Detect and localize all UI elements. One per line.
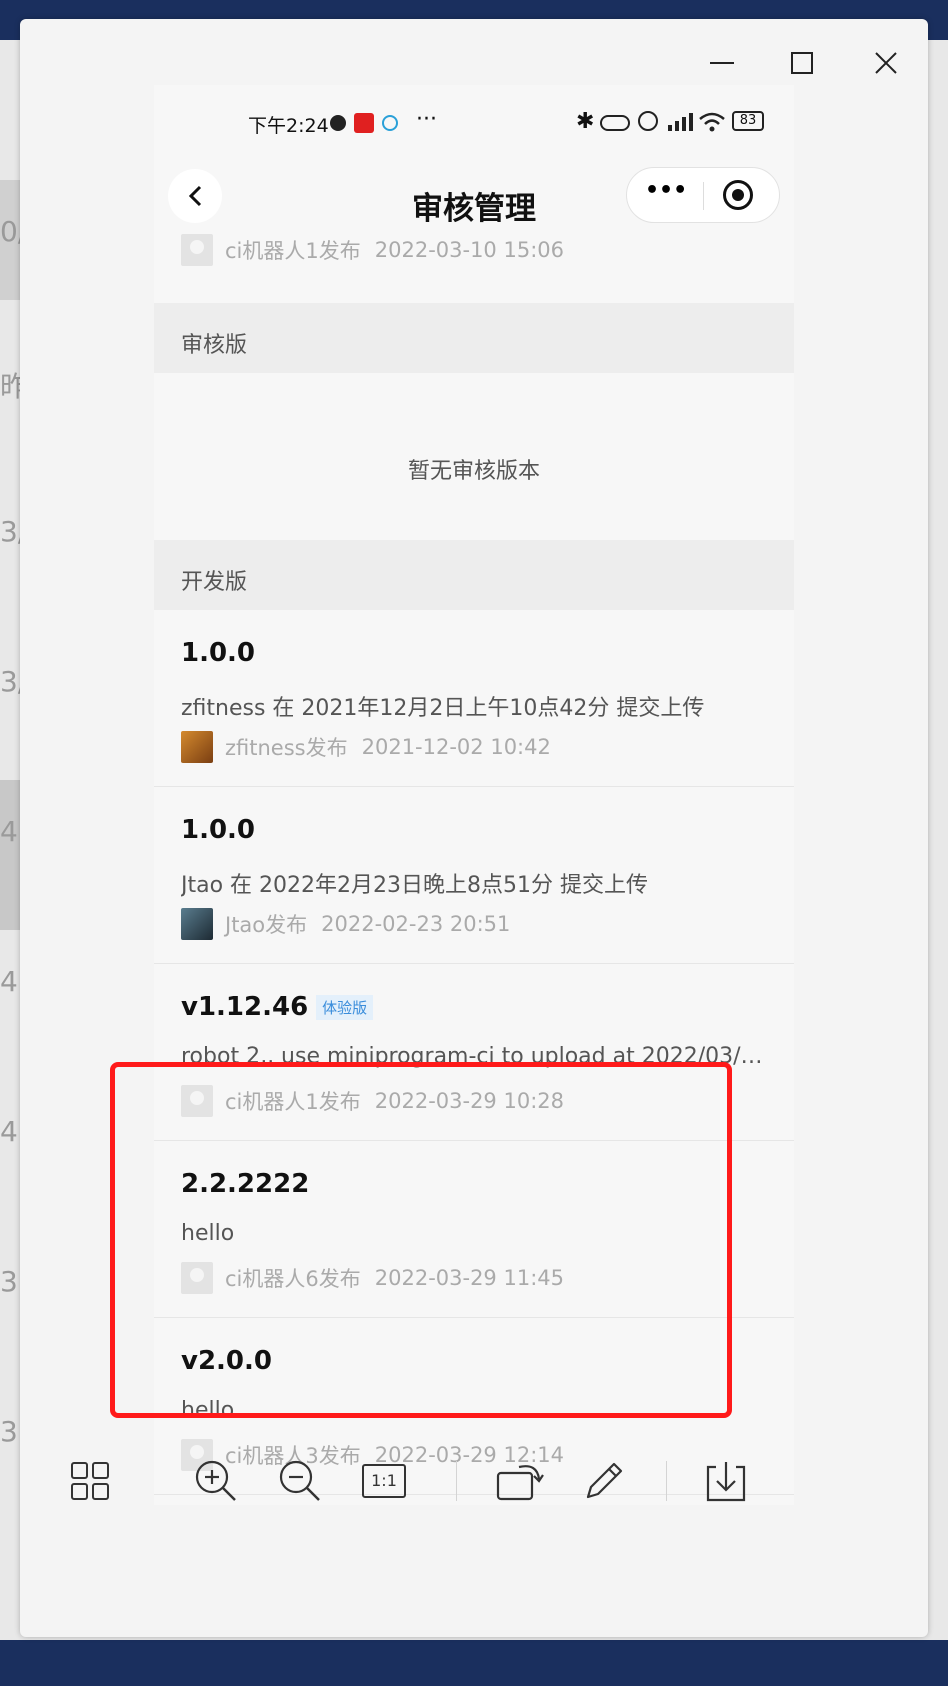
close-mini-program-icon[interactable] — [723, 180, 753, 210]
thumbnail-grid-button[interactable] — [62, 1453, 118, 1509]
app-notification-icon — [354, 113, 374, 133]
review-empty-state: 暂无审核版本 — [154, 373, 794, 555]
version-number: 1.0.0 — [181, 815, 256, 845]
notification-dot-icon — [330, 115, 346, 131]
nav-bar: 审核管理 ••• — [154, 145, 794, 235]
close-button[interactable] — [862, 39, 910, 87]
wifi-icon — [698, 111, 726, 138]
rotate-icon — [496, 1465, 544, 1501]
bg-text: 4 — [0, 815, 18, 848]
edit-icon — [586, 1462, 623, 1499]
actual-size-icon: 1:1 — [362, 1464, 406, 1498]
empty-text: 暂无审核版本 — [407, 459, 540, 484]
actual-size-button[interactable]: 1:1 — [356, 1453, 412, 1509]
zoom-in-button[interactable] — [188, 1453, 244, 1509]
dev-section-header: 开发版 — [154, 540, 794, 610]
bg-text: 3 — [0, 1415, 18, 1448]
version-desc: Jtao 在 2022年2月23日晚上8点51分 提交上传 — [181, 873, 649, 898]
publisher: ci机器人1发布 — [225, 239, 361, 263]
signal-icon — [666, 111, 694, 138]
target-dot — [732, 189, 744, 201]
version-text: v1.12.46 — [181, 992, 309, 1022]
trial-version-badge: 体验版 — [316, 995, 374, 1020]
zoom-out-button[interactable] — [272, 1453, 328, 1509]
bluetooth-icon: ✱ — [576, 109, 595, 134]
mobile-network-icon — [382, 115, 398, 131]
grid-icon — [71, 1462, 109, 1500]
more-icon[interactable]: ••• — [645, 178, 687, 203]
mini-program-capsule: ••• — [626, 167, 780, 223]
close-icon — [875, 52, 897, 74]
alarm-icon — [638, 111, 658, 131]
maximize-icon — [791, 52, 813, 74]
viewer-toolbar: 1:1 — [20, 1419, 928, 1539]
zoom-in-icon — [195, 1460, 236, 1501]
item-meta: ci机器人1发布 2022-03-10 15:06 — [181, 233, 564, 267]
toolbar-divider — [456, 1461, 457, 1501]
item-meta: zfitness发布 2021-12-02 10:42 — [181, 730, 551, 764]
bg-text: 3 — [0, 1265, 18, 1298]
publisher: Jtao发布 — [225, 913, 308, 937]
publish-time: 2022-03-10 15:06 — [374, 238, 564, 262]
default-avatar-icon — [181, 234, 213, 266]
version-number: 1.0.0 — [181, 638, 256, 668]
maximize-button[interactable] — [778, 39, 826, 87]
version-number: v1.12.46 体验版 — [181, 992, 374, 1022]
review-section-header: 审核版 — [154, 303, 794, 373]
item-meta: Jtao发布 2022-02-23 20:51 — [181, 907, 510, 941]
version-card[interactable]: 1.0.0 Jtao 在 2022年2月23日晚上8点51分 提交上传 Jtao… — [154, 787, 794, 964]
bg-text: 4 — [0, 1115, 18, 1148]
capsule-divider — [703, 182, 704, 210]
rotate-button[interactable] — [492, 1453, 548, 1509]
section-title: 审核版 — [181, 333, 248, 358]
section-title: 开发版 — [181, 570, 248, 595]
publisher: zfitness发布 — [225, 736, 348, 760]
toolbar-divider — [666, 1461, 667, 1501]
minimize-icon — [710, 62, 734, 64]
minimize-button[interactable] — [698, 39, 746, 87]
publish-time: 2022-02-23 20:51 — [321, 912, 511, 936]
tiger-avatar-icon — [181, 731, 213, 763]
image-viewer-window: 下午2:24 ··· ✱ 83 审核管理 ••• ci机器人1发布 2022-0… — [20, 19, 928, 1637]
download-button[interactable] — [698, 1453, 754, 1509]
download-icon — [706, 1462, 746, 1502]
zoom-out-icon — [279, 1460, 320, 1501]
status-more: ··· — [416, 107, 437, 132]
battery-icon: 83 — [732, 111, 764, 131]
photo-avatar-icon — [181, 908, 213, 940]
edit-button[interactable] — [576, 1453, 632, 1509]
version-desc: zfitness 在 2021年12月2日上午10点42分 提交上传 — [181, 696, 705, 721]
version-card[interactable]: 1.0.0 zfitness 在 2021年12月2日上午10点42分 提交上传… — [154, 610, 794, 787]
red-highlight-box — [110, 1062, 732, 1418]
status-time: 下午2:24 — [248, 115, 329, 137]
publish-time: 2021-12-02 10:42 — [361, 735, 551, 759]
status-bar: 下午2:24 ··· ✱ 83 — [154, 85, 794, 145]
bg-text: 4 — [0, 965, 18, 998]
vibrate-icon — [600, 115, 630, 131]
bg-strip-selected — [0, 780, 20, 930]
